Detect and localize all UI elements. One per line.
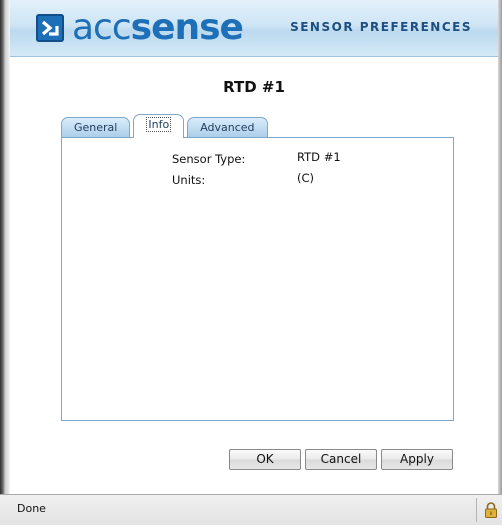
status-bar: Done <box>0 494 502 525</box>
cancel-button[interactable]: Cancel <box>305 449 377 470</box>
tab-info[interactable]: Info <box>133 114 185 138</box>
logo-text-sense: sense <box>130 7 244 48</box>
sensor-type-value: RTD #1 <box>297 150 341 164</box>
status-divider <box>476 498 477 522</box>
accsense-logo-icon <box>36 14 64 42</box>
tab-advanced-label: Advanced <box>200 121 255 134</box>
sensor-type-label: Sensor Type: <box>172 152 246 166</box>
tab-general[interactable]: General <box>61 117 131 138</box>
window-left-border <box>0 0 10 494</box>
ok-button[interactable]: OK <box>229 449 301 470</box>
tab-advanced[interactable]: Advanced <box>187 117 268 138</box>
units-label: Units: <box>172 173 206 187</box>
dialog-buttons: OK Cancel Apply <box>229 449 457 470</box>
logo-wordmark: accsense <box>72 7 244 48</box>
logo-text-acc: acc <box>72 7 132 48</box>
info-tab-panel: Sensor Type: RTD #1 Units: (C) <box>61 137 454 421</box>
status-text: Done <box>17 502 46 515</box>
tab-general-label: General <box>74 121 118 134</box>
lock-icon <box>484 501 498 519</box>
tab-info-label: Info <box>146 117 172 132</box>
preferences-tabs: General Info Advanced <box>61 114 271 138</box>
page-title: SENSOR PREFERENCES <box>290 20 472 34</box>
window-right-border <box>498 0 502 494</box>
units-value: (C) <box>297 171 315 185</box>
accsense-logo: accsense <box>36 7 244 48</box>
sensor-name-heading: RTD #1 <box>223 78 285 96</box>
browser-window: accsense SENSOR PREFERENCES RTD #1 Gener… <box>0 0 502 525</box>
apply-button[interactable]: Apply <box>381 449 453 470</box>
header-banner: accsense SENSOR PREFERENCES <box>10 0 498 57</box>
